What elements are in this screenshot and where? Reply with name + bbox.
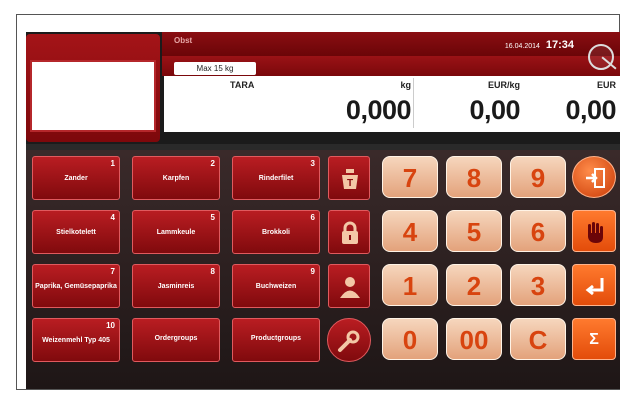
product-label: Brokkoli [261, 229, 290, 236]
weight-field: kg 0,000 [304, 78, 414, 128]
key-2[interactable]: 2 [446, 264, 502, 306]
key-0[interactable]: 0 [382, 318, 438, 360]
product-button-8[interactable]: 8 Jasminreis [132, 264, 220, 308]
product-button-7[interactable]: 7 Paprika, Gemüsepaprika [32, 264, 120, 308]
max-capacity-label: Max 15 kg [174, 62, 256, 75]
ordergroups-label: Ordergroups [154, 335, 198, 342]
product-label: Zander [64, 175, 88, 182]
ordergroups-button[interactable]: Ordergroups [132, 318, 220, 362]
product-button-5[interactable]: 5 Lammkeule [132, 210, 220, 254]
product-label: Karpfen [162, 175, 190, 182]
product-label: Stielkotelett [56, 229, 96, 236]
product-image-panel [26, 34, 160, 142]
stop-button[interactable] [572, 210, 616, 252]
padlock-icon [342, 221, 358, 244]
time-label: 17:34 [545, 39, 574, 51]
sum-button[interactable]: Σ [572, 318, 616, 360]
key-00[interactable]: 00 [446, 318, 502, 360]
datetime: 16.04.2014 17:34 [505, 39, 574, 51]
unit-price-value: 0,00 [469, 95, 520, 125]
header: Obst 16.04.2014 17:34 Max 15 kg TARA kg … [26, 32, 620, 144]
exit-door-icon [586, 168, 605, 188]
productgroups-button[interactable]: Productgroups [232, 318, 320, 362]
tara-weight-icon: T [342, 169, 358, 189]
product-button-10[interactable]: 10 Weizenmehl Typ 405 [32, 318, 120, 362]
date-label: 16.04.2014 [504, 43, 540, 50]
product-label: Paprika, Gemüsepaprika [35, 283, 117, 290]
button-area: 1 Zander 2 Karpfen 3 Rinderfilet 4 Stiel… [26, 150, 620, 389]
product-number: 4 [110, 213, 115, 222]
productgroups-label: Productgroups [250, 335, 302, 342]
weight-value: 0,000 [345, 95, 412, 125]
product-number: 2 [210, 159, 215, 168]
key-1[interactable]: 1 [382, 264, 438, 306]
unit-price-unit: EUR/kg [487, 80, 520, 90]
product-button-4[interactable]: 4 Stielkotelett [32, 210, 120, 254]
enter-arrow-icon [585, 278, 604, 296]
enter-button[interactable] [572, 264, 616, 306]
key-8[interactable]: 8 [446, 156, 502, 198]
total-price-unit: EUR [596, 80, 616, 90]
product-label: Jasminreis [157, 283, 195, 290]
product-label: Lammkeule [156, 229, 196, 236]
product-button-2[interactable]: 2 Karpfen [132, 156, 220, 200]
product-label: Buchweizen [255, 283, 297, 290]
user-button[interactable] [328, 264, 370, 308]
service-button[interactable] [327, 318, 371, 362]
weight-unit: kg [400, 80, 411, 90]
svg-text:T: T [347, 178, 353, 189]
key-9[interactable]: 9 [510, 156, 566, 198]
product-number: 6 [310, 213, 315, 222]
product-number: 1 [110, 159, 115, 168]
product-label: Rinderfilet [258, 175, 294, 182]
product-button-9[interactable]: 9 Buchweizen [232, 264, 320, 308]
product-number: 7 [110, 267, 115, 276]
tara-button[interactable]: T [328, 156, 370, 200]
weighing-display: TARA kg 0,000 EUR/kg 0,00 EUR 0,00 [164, 76, 620, 132]
key-7[interactable]: 7 [382, 156, 438, 198]
key-4[interactable]: 4 [382, 210, 438, 252]
product-button-3[interactable]: 3 Rinderfilet [232, 156, 320, 200]
product-number: 5 [210, 213, 215, 222]
total-price-field: EUR 0,00 [534, 78, 618, 128]
product-number: 8 [210, 267, 215, 276]
key-clear[interactable]: C [510, 318, 566, 360]
total-price-value: 0,00 [565, 95, 616, 125]
wrench-icon [338, 330, 360, 352]
exit-button[interactable] [572, 156, 616, 198]
product-button-1[interactable]: 1 Zander [32, 156, 120, 200]
tara-label: TARA [230, 80, 255, 90]
product-number: 9 [310, 267, 315, 276]
product-label: Weizenmehl Typ 405 [42, 337, 110, 344]
unit-price-field: EUR/kg 0,00 [426, 78, 522, 128]
product-number: 3 [310, 159, 315, 168]
pos-scale-screen: Obst 16.04.2014 17:34 Max 15 kg TARA kg … [26, 32, 620, 389]
hand-stop-icon [588, 222, 603, 243]
user-icon [340, 277, 360, 298]
key-6[interactable]: 6 [510, 210, 566, 252]
product-button-6[interactable]: 6 Brokkoli [232, 210, 320, 254]
lock-button[interactable] [328, 210, 370, 254]
key-5[interactable]: 5 [446, 210, 502, 252]
product-image-display [30, 60, 156, 132]
key-3[interactable]: 3 [510, 264, 566, 306]
product-name: Obst [174, 36, 193, 45]
product-number: 10 [106, 321, 115, 330]
